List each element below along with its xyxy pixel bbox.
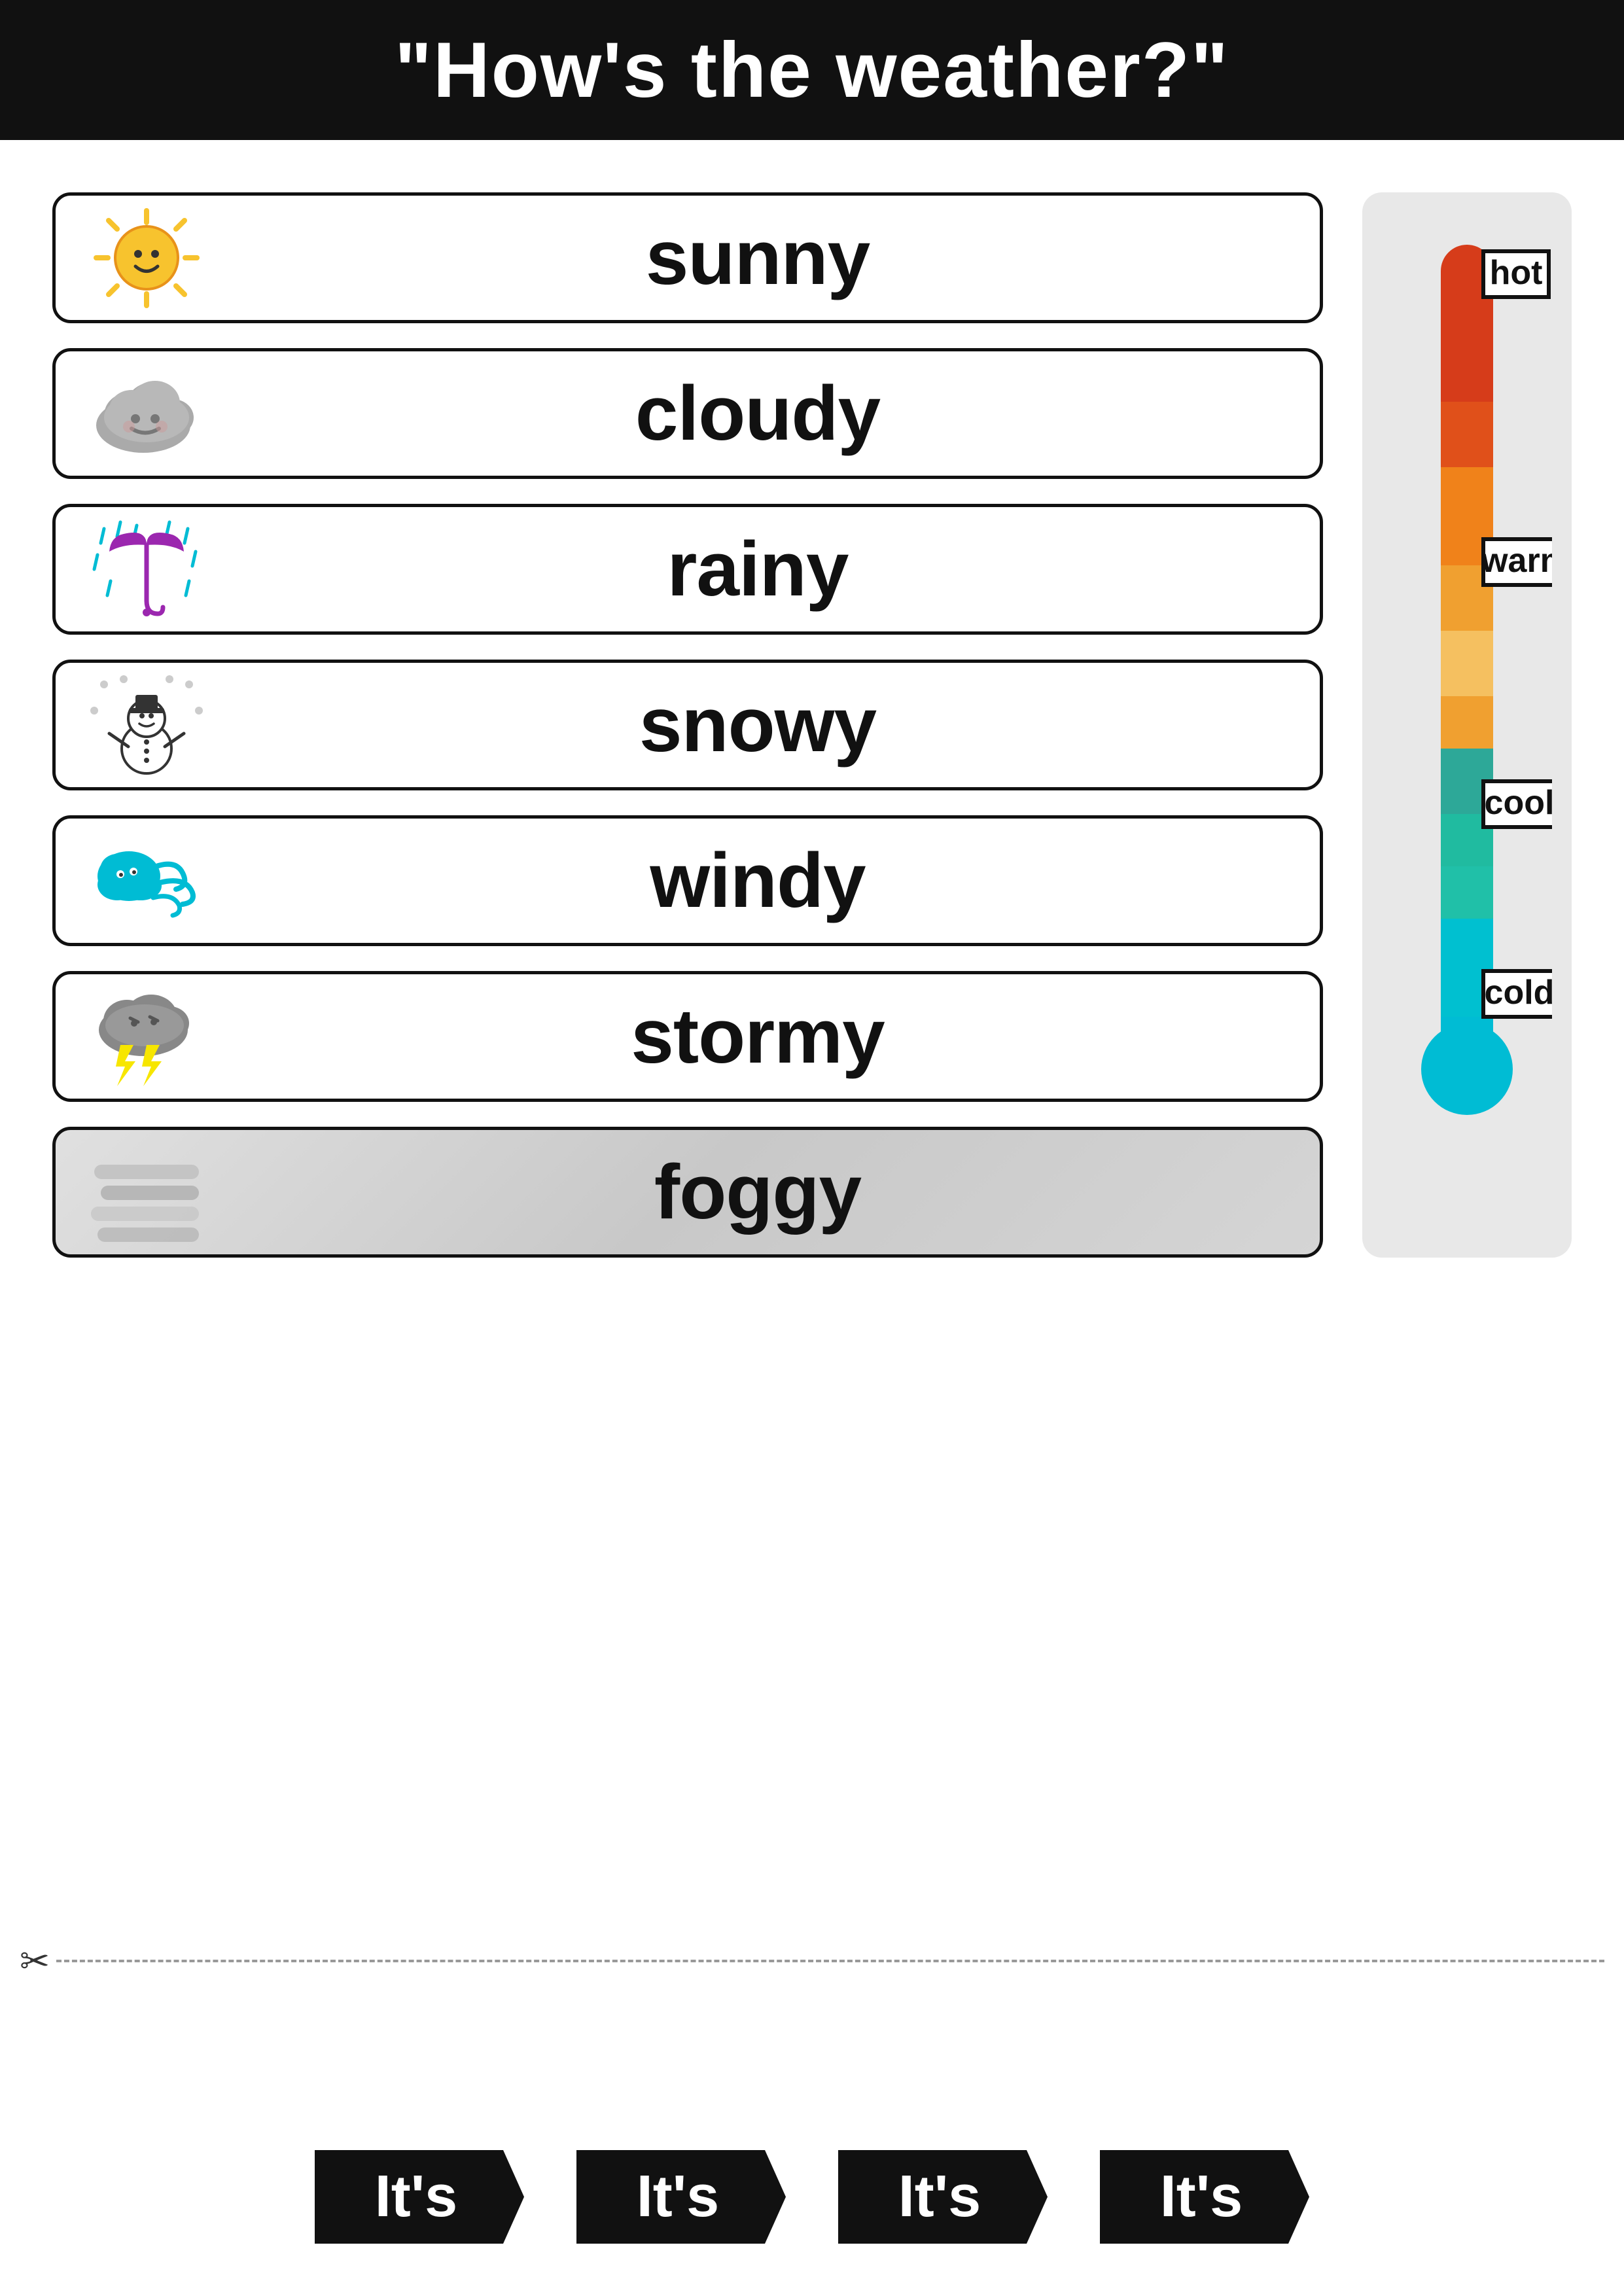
weather-card-stormy: stormy — [52, 971, 1323, 1102]
weather-icon-foggy — [71, 1139, 222, 1246]
badge-3-text: It's — [898, 2164, 981, 2229]
weather-icon-stormy — [71, 983, 222, 1091]
word-snowy: snowy — [222, 680, 1294, 769]
cut-line: ✂ — [0, 1940, 1624, 1982]
weather-icon-sunny — [71, 204, 222, 312]
weather-card-foggy: foggy — [52, 1127, 1323, 1258]
badge-1: It's — [315, 2150, 524, 2244]
word-rainy: rainy — [222, 525, 1294, 614]
word-sunny: sunny — [222, 213, 1294, 302]
word-cloudy: cloudy — [222, 369, 1294, 458]
weather-card-rainy: rainy — [52, 504, 1323, 635]
weather-list: sunny — [52, 192, 1323, 1258]
weather-card-windy: windy — [52, 815, 1323, 946]
badge-4: It's — [1100, 2150, 1309, 2244]
badge-1-text: It's — [375, 2164, 457, 2229]
weather-icon-windy — [71, 827, 222, 935]
weather-icon-cloudy — [71, 360, 222, 468]
svg-text:warm: warm — [1481, 542, 1552, 580]
svg-text:cool: cool — [1485, 784, 1552, 822]
badge-2: It's — [576, 2150, 786, 2244]
weather-card-snowy: snowy — [52, 660, 1323, 790]
svg-text:hot: hot — [1490, 254, 1543, 292]
badges-row: It's It's It's It's — [0, 2150, 1624, 2244]
thermometer-panel: hot warm cool cold — [1362, 192, 1572, 1258]
page-header: "How's the weather?" — [0, 0, 1624, 140]
badge-3: It's — [838, 2150, 1048, 2244]
word-stormy: stormy — [222, 992, 1294, 1081]
scissors-icon: ✂ — [20, 1940, 50, 1982]
badge-4-text: It's — [1160, 2164, 1243, 2229]
dashed-line — [56, 1960, 1604, 1962]
word-foggy: foggy — [222, 1148, 1294, 1237]
weather-icon-rainy — [71, 516, 222, 624]
page-title: "How's the weather?" — [395, 26, 1229, 114]
weather-icon-snowy — [71, 671, 222, 779]
badge-2-text: It's — [637, 2164, 719, 2229]
weather-card-sunny: sunny — [52, 192, 1323, 323]
svg-text:cold: cold — [1485, 974, 1552, 1012]
thermometer-svg: hot warm cool cold — [1382, 232, 1552, 1115]
word-windy: windy — [222, 836, 1294, 925]
main-content: sunny — [0, 153, 1624, 1284]
weather-card-cloudy: cloudy — [52, 348, 1323, 479]
